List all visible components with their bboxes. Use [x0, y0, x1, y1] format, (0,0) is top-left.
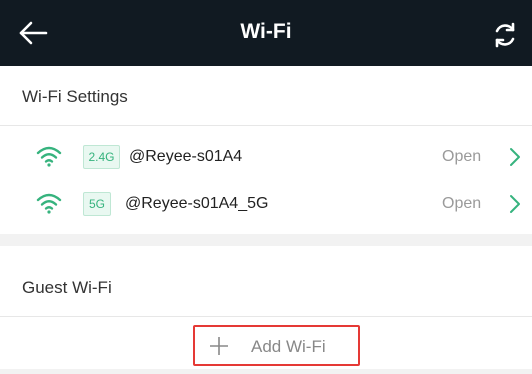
page-title: Wi-Fi	[240, 20, 292, 43]
refresh-icon	[495, 22, 515, 48]
ssid-label: @Reyee-s01A4	[129, 148, 243, 165]
wifi-network-row-5g[interactable]: 5G @Reyee-s01A4_5G Open	[0, 181, 532, 227]
wifi-network-row-2g[interactable]: 2.4G @Reyee-s01A4 Open	[0, 134, 532, 180]
guest-wifi-heading: Guest Wi-Fi	[22, 278, 112, 297]
top-bar: Wi-Fi	[0, 0, 532, 66]
wifi-settings-heading: Wi-Fi Settings	[22, 87, 128, 106]
wifi-icon	[36, 146, 62, 167]
section-separator	[0, 234, 532, 246]
plus-icon	[210, 337, 228, 355]
chevron-right-icon	[510, 195, 520, 213]
status-label: Open	[442, 148, 482, 165]
divider	[0, 125, 532, 126]
divider	[0, 316, 532, 317]
ssid-label: @Reyee-s01A4_5G	[125, 195, 269, 212]
status-label: Open	[442, 195, 482, 212]
add-wifi-label: Add Wi-Fi	[251, 337, 326, 356]
add-wifi-button[interactable]: Add Wi-Fi	[193, 325, 360, 366]
chevron-right-icon	[510, 148, 520, 166]
wifi-icon	[36, 193, 62, 214]
refresh-button[interactable]	[491, 21, 519, 49]
band-badge: 5G	[83, 192, 111, 216]
bottom-band	[0, 369, 532, 374]
band-badge: 2.4G	[83, 145, 120, 169]
